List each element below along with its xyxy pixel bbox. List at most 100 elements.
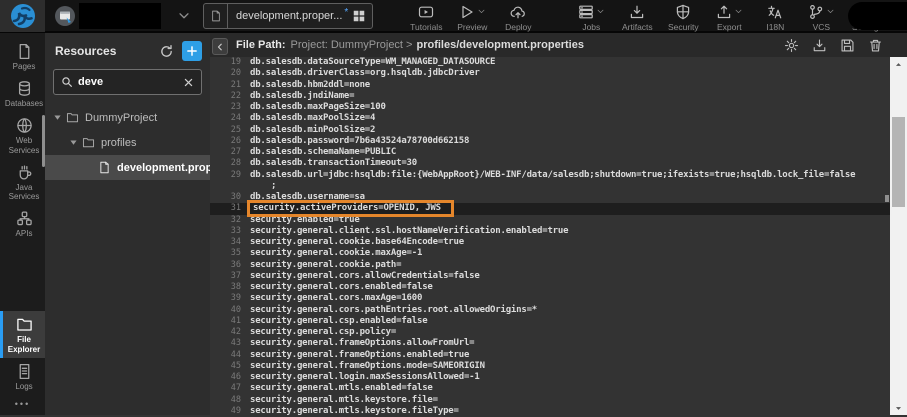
code-line[interactable]: 44security.general.frameOptions.enabled=… bbox=[210, 350, 890, 361]
topbar-item-vcs[interactable]: VCS bbox=[801, 0, 841, 32]
scrollbar-thumb[interactable] bbox=[892, 117, 905, 207]
code-line[interactable]: 47security.general.mtls.enabled=false bbox=[210, 383, 890, 394]
code-line[interactable]: 49security.general.mtls.keystore.fileTyp… bbox=[210, 406, 890, 415]
code-line[interactable]: 48security.general.mtls.keystore.file= bbox=[210, 395, 890, 406]
code-line[interactable]: 28db.salesdb.transactionTimeout=30 bbox=[210, 158, 890, 169]
line-number: 45 bbox=[210, 361, 250, 372]
editor-scrollbar[interactable] bbox=[890, 57, 907, 415]
topbar-item-deploy[interactable]: Deploy bbox=[498, 0, 538, 32]
caret-down-icon[interactable] bbox=[53, 113, 62, 122]
folder-icon bbox=[66, 111, 79, 124]
code-line[interactable]: 37security.general.cors.allowCredentials… bbox=[210, 271, 890, 282]
chevron-down-icon bbox=[826, 7, 835, 16]
sidebar-item-web-services[interactable]: Web Services bbox=[0, 112, 45, 158]
code-line[interactable]: 36security.general.cookie.path= bbox=[210, 260, 890, 271]
code-line[interactable]: 41security.general.csp.enabled=false bbox=[210, 316, 890, 327]
vcs-icon bbox=[808, 4, 824, 20]
line-number: 32 bbox=[210, 215, 250, 226]
sidebar-item-logs[interactable]: Logs bbox=[0, 358, 45, 395]
topbar-item-i18n[interactable]: I18N bbox=[755, 0, 795, 32]
sidebar-scrollbar[interactable] bbox=[42, 115, 45, 167]
code-text: db.salesdb.minPoolSize=2 bbox=[250, 125, 375, 136]
sidebar-more-button[interactable]: ••• bbox=[0, 395, 45, 415]
code-line[interactable]: 33security.general.client.ssl.hostNameVe… bbox=[210, 226, 890, 237]
code-text: security.general.cors.enabled=false bbox=[250, 282, 433, 293]
code-line[interactable]: 21db.salesdb.hbm2ddl=none bbox=[210, 80, 890, 91]
code-line[interactable]: 23db.salesdb.maxPageSize=100 bbox=[210, 102, 890, 113]
tree-item-profiles[interactable]: profiles bbox=[45, 130, 210, 155]
code-text: security.general.mtls.keystore.fileType= bbox=[250, 406, 459, 415]
code-line[interactable]: 25db.salesdb.minPoolSize=2 bbox=[210, 125, 890, 136]
code-line[interactable]: 35security.general.cookie.maxAge=-1 bbox=[210, 248, 890, 259]
folder-icon bbox=[82, 136, 95, 149]
code-line[interactable]: 26db.salesdb.password=7b6a43524a78700d66… bbox=[210, 136, 890, 147]
i18n-icon bbox=[767, 4, 783, 20]
topbar-item-security[interactable]: Security bbox=[663, 0, 703, 32]
delete-file-button[interactable] bbox=[868, 38, 883, 53]
add-resource-button[interactable] bbox=[182, 41, 202, 61]
line-number: 20 bbox=[210, 68, 250, 79]
sidebar-item-apis[interactable]: APIs bbox=[0, 205, 45, 242]
caret-down-icon[interactable] bbox=[69, 138, 78, 147]
topbar-item-artifacts[interactable]: Artifacts bbox=[617, 0, 657, 32]
code-line[interactable]: 39security.general.cors.maxAge=1600 bbox=[210, 293, 890, 304]
project-selector[interactable] bbox=[53, 3, 191, 29]
line-number: 42 bbox=[210, 327, 250, 338]
close-icon[interactable] bbox=[183, 77, 194, 88]
code-line-highlighted[interactable]: 31security.activeProviders=OPENID, JWS bbox=[210, 203, 890, 214]
sidebar-item-file-explorer[interactable]: File Explorer bbox=[0, 311, 45, 357]
wavemaker-logo[interactable] bbox=[0, 0, 45, 32]
code-text: db.salesdb.transactionTimeout=30 bbox=[250, 158, 417, 169]
code-line[interactable]: ; bbox=[210, 181, 890, 192]
file-settings-button[interactable] bbox=[784, 38, 799, 53]
topbar-item-preview[interactable]: Preview bbox=[452, 0, 492, 32]
tree-item-development-properties[interactable]: development.properties bbox=[45, 155, 210, 180]
file-tab[interactable]: development.proper... * bbox=[203, 3, 373, 29]
apis-icon bbox=[16, 210, 33, 227]
topbar-item-jobs[interactable]: Jobs bbox=[571, 0, 611, 32]
code-line[interactable]: 29db.salesdb.url=jdbc:hsqldb:file:{WebAp… bbox=[210, 170, 890, 181]
code-line[interactable]: 34security.general.cookie.base64Encode=t… bbox=[210, 237, 890, 248]
search-icon bbox=[61, 76, 73, 88]
code-text: db.salesdb.url=jdbc:hsqldb:file:{WebAppR… bbox=[250, 170, 855, 181]
sidebar-item-java-services[interactable]: Java Services bbox=[0, 159, 45, 205]
code-line[interactable]: 38security.general.cors.enabled=false bbox=[210, 282, 890, 293]
grid-icon[interactable] bbox=[352, 9, 366, 23]
scroll-down-button[interactable] bbox=[890, 401, 907, 415]
code-line[interactable]: 43security.general.frameOptions.allowFro… bbox=[210, 338, 890, 349]
scrollbar-track[interactable] bbox=[890, 71, 907, 401]
editor-panel: File Path: Project: DummyProject > profi… bbox=[210, 33, 907, 415]
code-line[interactable]: 24db.salesdb.maxPoolSize=4 bbox=[210, 113, 890, 124]
refresh-icon[interactable] bbox=[159, 44, 174, 59]
code-text: security.general.cookie.maxAge=-1 bbox=[250, 248, 422, 259]
code-line[interactable]: 20db.salesdb.driverClass=org.hsqldb.jdbc… bbox=[210, 68, 890, 79]
line-number: 40 bbox=[210, 305, 250, 316]
code-line[interactable]: 45security.general.frameOptions.mode=SAM… bbox=[210, 361, 890, 372]
sidebar-item-label: Pages bbox=[13, 62, 36, 71]
topbar-item-export[interactable]: Export bbox=[709, 0, 749, 32]
tree-item-dummyproject[interactable]: DummyProject bbox=[45, 105, 210, 130]
collapse-panel-button[interactable] bbox=[212, 38, 228, 55]
code-text: db.salesdb.jndiName= bbox=[250, 91, 354, 102]
save-file-button[interactable] bbox=[840, 38, 855, 53]
sidebar-item-pages[interactable]: Pages bbox=[0, 38, 45, 75]
line-number: 25 bbox=[210, 125, 250, 136]
security-icon bbox=[675, 4, 691, 20]
code-area[interactable]: 19db.salesdb.dataSourceType=WM_MANAGED_D… bbox=[210, 57, 890, 415]
code-line[interactable]: 46security.general.login.maxSessionsAllo… bbox=[210, 372, 890, 383]
topbar-item-tutorials[interactable]: Tutorials bbox=[406, 0, 446, 32]
search-input[interactable] bbox=[73, 76, 183, 88]
code-line[interactable]: 42security.general.csp.policy= bbox=[210, 327, 890, 338]
code-line[interactable]: 22db.salesdb.jndiName= bbox=[210, 91, 890, 102]
download-file-button[interactable] bbox=[812, 38, 827, 53]
line-number: 43 bbox=[210, 338, 250, 349]
code-line[interactable]: 27db.salesdb.schemaName=PUBLIC bbox=[210, 147, 890, 158]
sidebar-item-databases[interactable]: Databases bbox=[0, 75, 45, 112]
scroll-up-button[interactable] bbox=[890, 57, 907, 71]
sidebar: Pages DatabasesWeb ServicesJava ServicesA… bbox=[0, 33, 45, 415]
code-line[interactable]: 40security.general.cors.pathEntries.root… bbox=[210, 305, 890, 316]
chevron-down-icon[interactable] bbox=[177, 9, 191, 23]
line-number: 47 bbox=[210, 383, 250, 394]
code-line[interactable]: 19db.salesdb.dataSourceType=WM_MANAGED_D… bbox=[210, 57, 890, 68]
main-area: Pages DatabasesWeb ServicesJava ServicesA… bbox=[0, 33, 907, 415]
